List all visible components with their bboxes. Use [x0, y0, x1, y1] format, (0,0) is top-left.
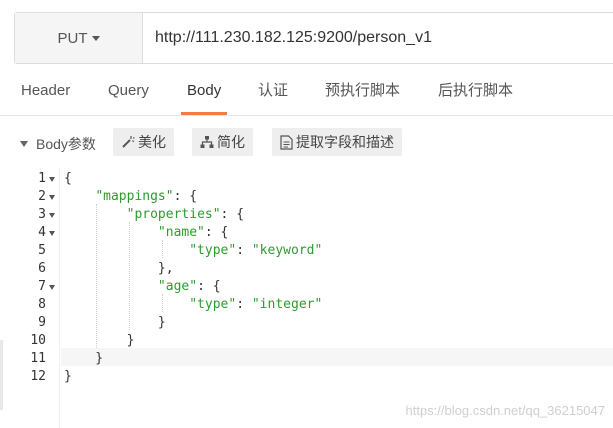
- caret-down-icon: [91, 36, 100, 41]
- line-number: 7: [38, 279, 46, 294]
- code-editor[interactable]: 1 2 3 4 5 6 7 8 9 10 11 12 { "mappings":…: [0, 168, 613, 428]
- fold-toggle-icon[interactable]: [49, 231, 55, 236]
- watermark: https://blog.csdn.net/qq_36215047: [405, 403, 606, 418]
- line-number: 8: [38, 297, 46, 312]
- code-line: "name": {: [157, 225, 229, 240]
- line-number: 11: [30, 351, 46, 366]
- method-label: PUT: [57, 29, 88, 47]
- code-line: "properties": {: [126, 207, 245, 222]
- method-select[interactable]: PUT: [15, 13, 143, 63]
- collapse-triangle-icon: [20, 141, 28, 147]
- tab-header[interactable]: Header: [21, 70, 70, 115]
- beautify-button[interactable]: 美化: [113, 128, 174, 156]
- request-tabs: Header Query Body 认证 预执行脚本 后执行脚本: [0, 70, 613, 116]
- url-input[interactable]: http://111.230.182.125:9200/person_v1: [143, 13, 613, 63]
- fold-toggle-icon[interactable]: [49, 285, 55, 290]
- line-number: 6: [38, 261, 46, 276]
- extract-fields-label: 提取字段和描述: [296, 134, 394, 150]
- line-number: 12: [30, 369, 46, 384]
- line-number: 5: [38, 243, 46, 258]
- extract-fields-button[interactable]: 提取字段和描述: [272, 128, 402, 156]
- request-bar: PUT http://111.230.182.125:9200/person_v…: [14, 12, 613, 64]
- tab-auth[interactable]: 认证: [258, 70, 288, 115]
- code-line: }: [64, 333, 135, 348]
- active-line-highlight: [61, 348, 613, 366]
- fold-toggle-icon[interactable]: [49, 177, 55, 182]
- code-line: "age": {: [157, 279, 221, 294]
- line-number: 3: [38, 207, 46, 222]
- body-toolbar: Body参数 美化 简化 提取字段和描述: [0, 126, 613, 160]
- simplify-label: 简化: [217, 134, 245, 150]
- fold-toggle-icon[interactable]: [49, 195, 55, 200]
- beautify-label: 美化: [138, 134, 166, 150]
- code-line: {: [64, 171, 72, 186]
- simplify-button[interactable]: 简化: [192, 128, 253, 156]
- tab-body[interactable]: Body: [180, 70, 228, 115]
- tab-query[interactable]: Query: [108, 70, 149, 115]
- code-line: }: [64, 351, 104, 366]
- code-line: "type": "integer": [189, 297, 323, 312]
- line-number: 4: [38, 225, 46, 240]
- code-line: }: [64, 315, 166, 330]
- panel-edge: [0, 340, 3, 410]
- tab-post-script[interactable]: 后执行脚本: [438, 70, 513, 115]
- body-params-toggle[interactable]: Body参数: [20, 134, 96, 154]
- code-line: "mappings": {: [95, 189, 198, 204]
- magic-wand-icon: [122, 136, 135, 148]
- line-number: 9: [38, 315, 46, 330]
- line-number: 1: [38, 171, 46, 186]
- body-params-label: Body参数: [36, 136, 96, 152]
- fold-toggle-icon[interactable]: [49, 213, 55, 218]
- code-line: "type": "keyword": [189, 243, 323, 258]
- code-line: },: [64, 261, 174, 276]
- line-number: 2: [38, 189, 46, 204]
- sitemap-icon: [200, 136, 214, 148]
- tab-pre-script[interactable]: 预执行脚本: [325, 70, 400, 115]
- code-line: }: [64, 369, 72, 384]
- line-number: 10: [30, 333, 46, 348]
- document-icon: [280, 134, 293, 150]
